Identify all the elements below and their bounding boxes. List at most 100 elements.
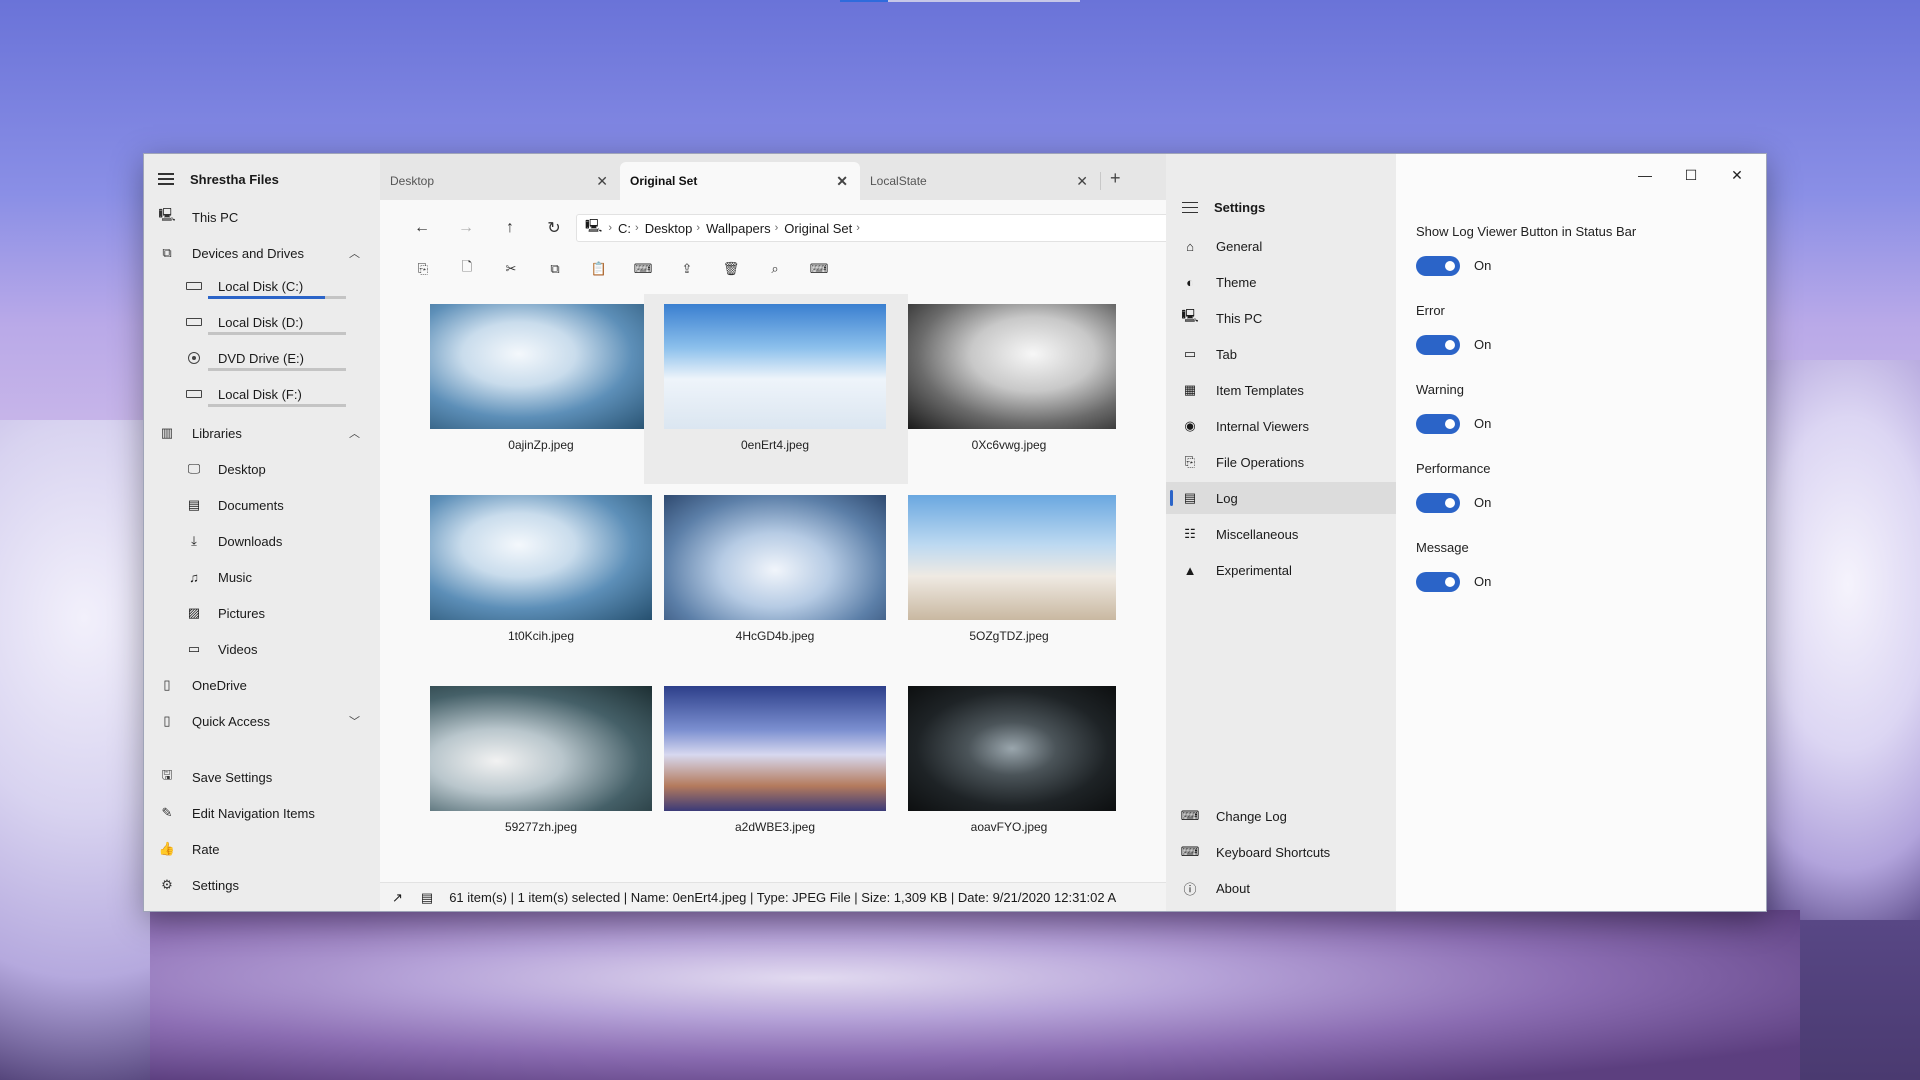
settings-item-miscellaneous[interactable]: ☷ Miscellaneous [1166,518,1396,550]
sidebar: Shrestha Files 🖳 This PC ⧉ Devices and D… [144,154,380,911]
chevron-right-icon: › [608,222,613,234]
image-thumbnail [664,304,886,429]
close-icon[interactable]: ✕ [596,173,608,190]
breadcrumb-item[interactable]: Wallpapers [706,221,771,236]
drive-label: Local Disk (D:) [218,314,304,330]
chevron-down-icon[interactable]: ﹀ [349,713,360,729]
keyboard-icon[interactable]: ⌨ [808,258,830,280]
settings-item-theme[interactable]: ◐ Theme [1166,266,1396,298]
settings-item-tab[interactable]: ▭ Tab [1166,338,1396,370]
toggle-switch[interactable] [1416,493,1460,513]
sidebar-item-edit-navigation[interactable]: ✎ Edit Navigation Items [144,796,380,830]
settings-item-internal-viewers[interactable]: ◉ Internal Viewers [1166,410,1396,442]
hamburger-menu-icon[interactable] [158,173,174,185]
sidebar-group-devices[interactable]: ⧉ Devices and Drives ︿ [144,236,380,270]
close-icon[interactable]: ✕ [1076,173,1088,190]
image-thumbnail [430,495,652,620]
settings-item-label: Change Log [1216,808,1287,824]
file-tile[interactable]: 0Xc6vwg.jpeg [908,294,1172,484]
settings-item-label: Log [1216,490,1238,506]
delete-icon[interactable]: 🗑 [720,258,742,280]
minimize-button[interactable]: — [1622,160,1668,190]
sidebar-item-music[interactable]: ♫ Music [186,560,366,594]
chevron-right-icon: › [774,222,779,234]
file-tile[interactable]: a2dWBE3.jpeg [644,676,908,866]
libraries-icon: ▥ [160,425,174,440]
rename-icon[interactable]: ⌨ [632,258,654,280]
file-tile[interactable]: 1t0Kcih.jpeg [380,485,652,675]
sidebar-item-desktop[interactable]: 🖵 Desktop [186,452,366,486]
sidebar-group-quick-access[interactable]: ▯ Quick Access ﹀ [144,704,380,738]
settings-item-experimental[interactable]: ▲ Experimental [1166,554,1396,586]
toggle-switch[interactable] [1416,256,1460,276]
chevron-up-icon[interactable]: ︿ [349,425,360,441]
forward-button[interactable]: → [454,216,478,240]
sidebar-item-onedrive[interactable]: ▯ OneDrive [144,668,380,702]
settings-pane: — ☐ ✕ Show Log Viewer Button in Status B… [1396,154,1766,911]
gear-icon: ⚙ [161,877,173,892]
sidebar-item-documents[interactable]: ▤ Documents [186,488,366,522]
option-label: Warning [1416,382,1464,397]
file-tile[interactable]: 4HcGD4b.jpeg [644,485,908,675]
settings-item-change-log[interactable]: ⌨ Change Log [1166,800,1396,832]
sidebar-item-rate[interactable]: 👍 Rate [144,832,380,866]
sidebar-item-downloads[interactable]: ⤓ Downloads [186,524,366,558]
log-viewer-icon[interactable]: ▤ [421,890,433,906]
settings-item-log[interactable]: ▤ Log [1166,482,1396,514]
cut-icon[interactable]: ✂ [500,258,522,280]
address-bar[interactable]: 🖳 › C: › Desktop › Wallpapers › Original… [576,214,1178,242]
tab-label: Original Set [630,174,698,188]
close-window-button[interactable]: ✕ [1714,160,1760,190]
close-icon[interactable]: ✕ [836,173,848,190]
tab-localstate[interactable]: LocalState ✕ [860,162,1100,200]
breadcrumb-item[interactable]: Original Set [784,221,852,236]
breadcrumb-item[interactable]: Desktop [645,221,693,236]
maximize-button[interactable]: ☐ [1668,160,1714,190]
drive-label: Local Disk (F:) [218,386,302,402]
tab-original-set[interactable]: Original Set ✕ [620,162,860,200]
toggle-switch[interactable] [1416,335,1460,355]
sidebar-item-settings[interactable]: ⚙ Settings [144,868,380,902]
sidebar-group-libraries[interactable]: ▥ Libraries ︿ [144,416,380,450]
file-tile[interactable]: 0ajinZp.jpeg [380,294,652,484]
back-button[interactable]: ← [410,216,434,240]
tab-desktop[interactable]: Desktop ✕ [380,162,620,200]
copy-icon[interactable]: ⧉ [544,258,566,280]
new-file-icon[interactable]: 🗋 [456,258,478,280]
settings-item-label: Keyboard Shortcuts [1216,844,1331,860]
hamburger-menu-icon[interactable] [1182,201,1198,214]
file-ops-icon: ⎘ [1184,454,1196,469]
settings-item-keyboard-shortcuts[interactable]: ⌨ Keyboard Shortcuts [1166,836,1396,868]
trend-icon[interactable]: ↗ [392,890,403,906]
sidebar-item-pictures[interactable]: ▨ Pictures [186,596,366,630]
new-folder-icon[interactable]: ⎘ [412,258,434,280]
file-tile[interactable]: 59277zh.jpeg [380,676,652,866]
toggle-switch[interactable] [1416,414,1460,434]
breadcrumb-item[interactable]: C: [618,221,631,236]
file-tile-selected[interactable]: 0enErt4.jpeg [644,294,908,484]
file-tile[interactable]: 5OZgTDZ.jpeg [908,485,1172,675]
toggle-switch[interactable] [1416,572,1460,592]
sidebar-item-save-settings[interactable]: 🖫 Save Settings [144,760,380,794]
up-button[interactable]: ↑ [498,216,522,240]
settings-item-file-operations[interactable]: ⎘ File Operations [1166,446,1396,478]
file-browser: Desktop ✕ Original Set ✕ LocalState ✕ + … [380,154,1178,911]
paste-icon[interactable]: 📋 [588,258,610,280]
settings-item-item-templates[interactable]: ▦ Item Templates [1166,374,1396,406]
drive-icon [186,318,202,326]
sidebar-item-this-pc[interactable]: 🖳 This PC [144,200,380,234]
file-tile[interactable]: aoavFYO.jpeg [908,676,1172,866]
settings-item-general[interactable]: ⌂ General [1166,230,1396,262]
settings-item-about[interactable]: ⓘ About [1166,872,1396,904]
settings-item-this-pc[interactable]: 🖳 This PC [1166,302,1396,334]
chevron-up-icon[interactable]: ︿ [349,245,360,261]
file-name: aoavFYO.jpeg [970,820,1048,834]
new-tab-button[interactable]: + [1110,168,1121,189]
search-icon[interactable]: ⌕ [764,258,786,280]
settings-item-label: File Operations [1216,454,1305,470]
share-icon[interactable]: ⇪ [676,258,698,280]
image-thumbnail [908,495,1116,620]
sidebar-item-videos[interactable]: ▭ Videos [186,632,366,666]
changelog-icon: ⌨ [1180,808,1200,823]
refresh-button[interactable]: ↻ [542,216,566,240]
